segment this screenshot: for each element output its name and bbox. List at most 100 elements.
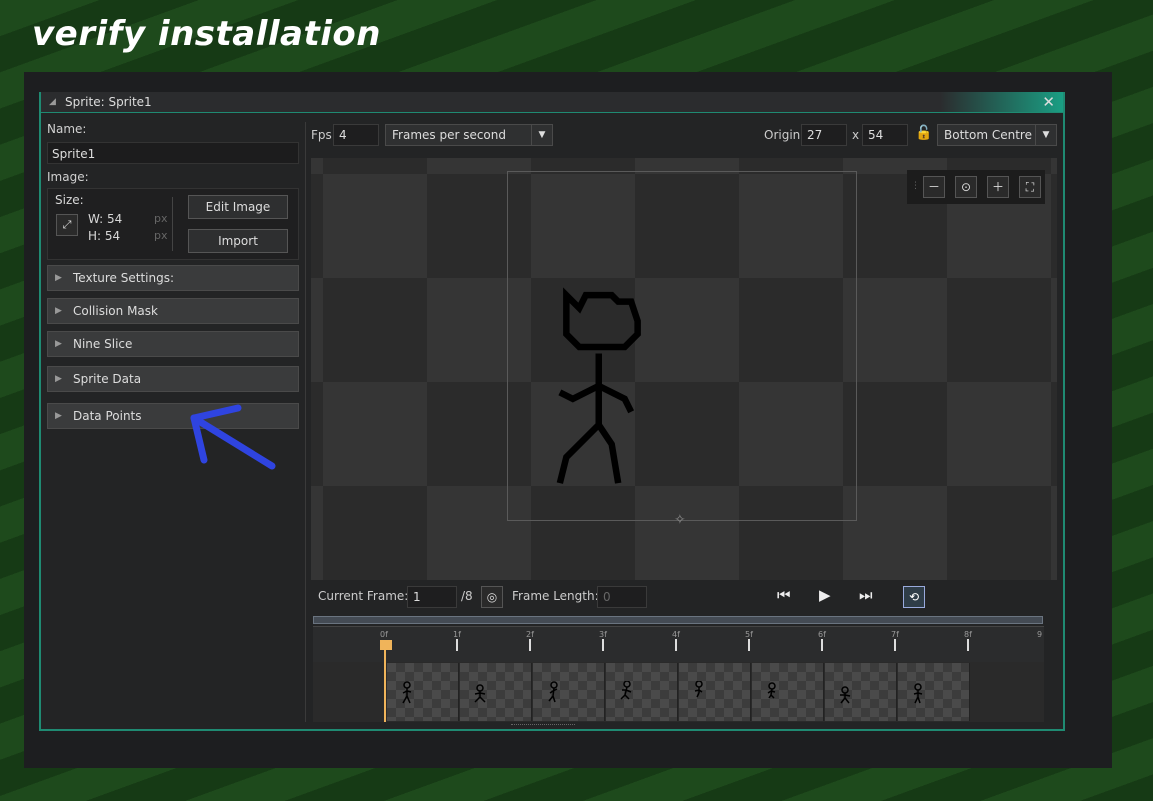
zoom-toolbar: ⋮ － ⊙ ＋ ⛶ <box>907 170 1045 204</box>
skip-to-start-icon[interactable]: ⏮ <box>777 586 791 604</box>
lock-icon[interactable]: 🔓 <box>915 125 932 141</box>
chevron-right-icon: ▶ <box>55 411 62 421</box>
sprite-bounds <box>507 171 857 521</box>
tick-label: 8f <box>964 630 972 639</box>
playhead-line <box>384 648 386 722</box>
chevron-right-icon: ▶ <box>55 306 62 316</box>
frame-length-label: Frame Length: <box>512 589 599 603</box>
tick-label: 1f <box>453 630 461 639</box>
frame-thumbnail[interactable] <box>387 663 459 721</box>
resize-icon[interactable]: ⤢ <box>56 214 78 236</box>
fps-input[interactable]: 4 <box>333 124 379 146</box>
chevron-down-icon: ▼ <box>531 125 552 145</box>
section-label: Nine Slice <box>73 337 133 351</box>
origin-y-input[interactable]: 54 <box>862 124 908 146</box>
current-frame-label: Current Frame: <box>318 589 409 603</box>
annotation-heading: verify installation <box>32 14 381 54</box>
chevron-right-icon: ▶ <box>55 374 62 384</box>
zoom-in-icon[interactable]: ＋ <box>987 176 1009 198</box>
current-frame-input[interactable]: 1 <box>407 586 457 608</box>
speed-mode-value: Frames per second <box>392 128 506 142</box>
tick-mark <box>894 639 896 651</box>
size-label: Size: <box>55 193 84 207</box>
fps-label: Fps <box>311 128 332 142</box>
frame-length-input[interactable]: 0 <box>597 586 647 608</box>
tick-label: 4f <box>672 630 680 639</box>
section-label: Collision Mask <box>73 304 158 318</box>
sprite-canvas[interactable]: ✧ ⋮ － ⊙ ＋ ⛶ <box>311 158 1057 580</box>
close-icon[interactable]: ✕ <box>1042 93 1055 111</box>
frame-total: /8 <box>461 589 473 603</box>
origin-label: Origin <box>764 128 801 142</box>
section-nine-slice[interactable]: ▶ Nine Slice <box>47 331 299 357</box>
playhead-marker[interactable] <box>380 640 392 650</box>
tick-mark <box>748 639 750 651</box>
tick-mark <box>456 639 458 651</box>
tick-mark <box>967 639 969 651</box>
tick-label: 9 <box>1037 630 1043 639</box>
collapse-icon[interactable]: ◢ <box>49 97 56 107</box>
frame-thumbnail[interactable] <box>898 663 970 721</box>
tick-label: 2f <box>526 630 534 639</box>
name-field[interactable]: Sprite1 <box>47 142 299 164</box>
width-value: W: 54 <box>88 212 123 226</box>
timeline-scrollbar[interactable] <box>313 616 1043 624</box>
section-sprite-data[interactable]: ▶ Sprite Data <box>47 366 299 392</box>
tick-label: 0f <box>380 630 388 639</box>
import-button[interactable]: Import <box>188 229 288 253</box>
resize-grip[interactable] <box>511 724 575 727</box>
tick-mark <box>529 639 531 651</box>
divider <box>172 197 173 251</box>
panel-divider[interactable] <box>305 122 306 722</box>
speed-mode-dropdown[interactable]: Frames per second ▼ <box>385 124 553 146</box>
drag-handle-icon[interactable]: ⋮ <box>911 181 920 191</box>
tick-label: 6f <box>818 630 826 639</box>
origin-crosshair-icon[interactable]: ✧ <box>674 512 686 528</box>
timeline-ruler[interactable]: 0f 1f 2f 3f 4f 5f 6f 7f 8f 9 <box>313 626 1044 664</box>
image-label: Image: <box>47 170 89 184</box>
section-label: Texture Settings: <box>73 271 175 285</box>
fit-screen-icon[interactable]: ⛶ <box>1019 176 1041 198</box>
annotation-arrow <box>190 404 276 470</box>
tick-label: 5f <box>745 630 753 639</box>
height-value: H: 54 <box>88 229 121 243</box>
chevron-right-icon: ▶ <box>55 339 62 349</box>
name-label: Name: <box>47 122 87 136</box>
origin-preset-dropdown[interactable]: Bottom Centre ▼ <box>937 124 1057 146</box>
skip-to-end-icon[interactable]: ⏭ <box>859 586 873 604</box>
zoom-out-icon[interactable]: － <box>923 176 945 198</box>
loop-toggle-icon[interactable]: ⟲ <box>903 586 925 608</box>
edit-image-button[interactable]: Edit Image <box>188 195 288 219</box>
tick-mark <box>821 639 823 651</box>
origin-preset-value: Bottom Centre <box>944 128 1032 142</box>
chevron-right-icon: ▶ <box>55 273 62 283</box>
frame-thumbnail[interactable] <box>752 663 824 721</box>
play-icon[interactable]: ▶ <box>819 586 831 604</box>
frame-thumbnail[interactable] <box>606 663 678 721</box>
properties-panel: Name: Sprite1 Image: Size: ⤢ W: 54 H: 54… <box>47 122 299 429</box>
tick-label: 3f <box>599 630 607 639</box>
frame-thumbnail[interactable] <box>460 663 532 721</box>
frame-thumbnail[interactable] <box>533 663 605 721</box>
height-unit: px <box>154 229 168 242</box>
zoom-reset-icon[interactable]: ⊙ <box>955 176 977 198</box>
chevron-down-icon: ▼ <box>1035 125 1056 145</box>
tick-mark <box>602 639 604 651</box>
section-collision-mask[interactable]: ▶ Collision Mask <box>47 298 299 324</box>
origin-x-input[interactable]: 27 <box>801 124 847 146</box>
tick-mark <box>675 639 677 651</box>
section-label: Sprite Data <box>73 372 142 386</box>
window-title: Sprite: Sprite1 <box>65 95 152 109</box>
frame-thumbnail[interactable] <box>825 663 897 721</box>
tick-label: 7f <box>891 630 899 639</box>
window-titlebar[interactable]: ◢ Sprite: Sprite1 ✕ <box>41 92 1063 113</box>
frame-strip[interactable] <box>313 662 1044 722</box>
width-unit: px <box>154 212 168 225</box>
frame-thumbnail[interactable] <box>679 663 751 721</box>
section-label: Data Points <box>73 409 142 423</box>
stick-figure-sprite <box>556 287 641 484</box>
onion-skin-icon[interactable]: ◎ <box>481 586 503 608</box>
origin-x-separator: x <box>852 128 860 142</box>
image-size-box: Size: ⤢ W: 54 H: 54 px px Edit Image Imp… <box>47 188 299 260</box>
section-texture-settings[interactable]: ▶ Texture Settings: <box>47 265 299 291</box>
